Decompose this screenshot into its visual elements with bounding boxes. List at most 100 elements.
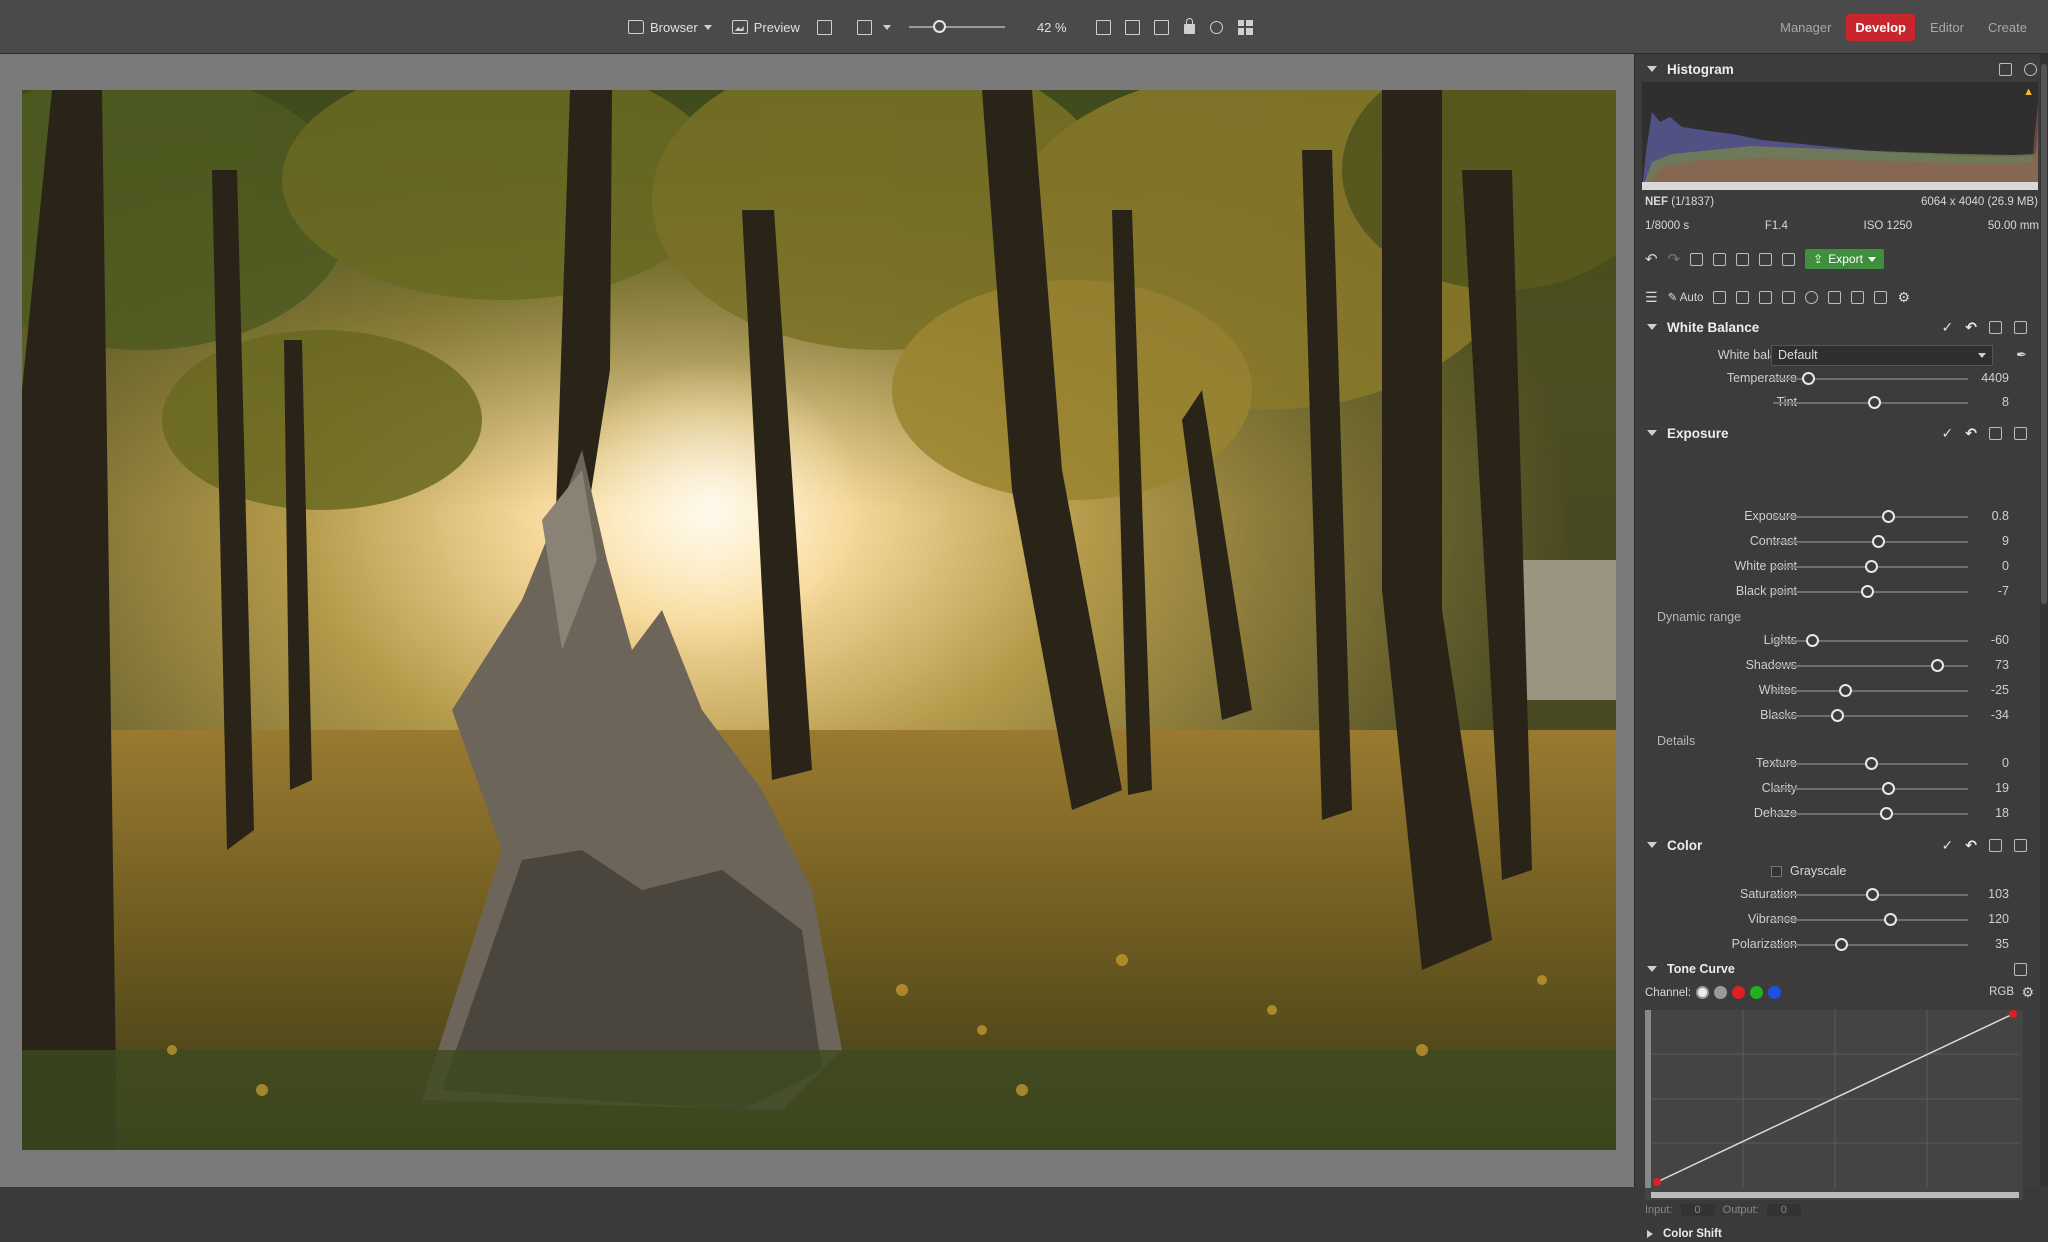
channel-green-swatch[interactable] — [1750, 986, 1764, 999]
camera-icon[interactable] — [1713, 290, 1727, 304]
check-icon[interactable]: ✓ — [1942, 837, 1954, 854]
brush-icon[interactable] — [1828, 290, 1842, 304]
tab-manager[interactable]: Manager — [1771, 14, 1840, 41]
polarization-value[interactable]: 35 — [1995, 937, 2009, 951]
zoom-slider-knob[interactable] — [932, 20, 946, 33]
temperature-value[interactable]: 4409 — [1981, 371, 2009, 385]
check-icon[interactable]: ✓ — [1942, 425, 1954, 442]
panel-scrollbar[interactable] — [2040, 54, 2048, 1187]
healing-icon[interactable] — [1874, 290, 1888, 304]
tint-slider-knob[interactable] — [1868, 396, 1882, 409]
scrollbar-thumb[interactable] — [2041, 64, 2047, 604]
saturation-value[interactable]: 103 — [1988, 887, 2009, 901]
polarization-slider-knob[interactable] — [1835, 938, 1849, 951]
chevron-down-icon[interactable] — [882, 24, 891, 30]
vibrance-slider[interactable] — [1773, 919, 1968, 921]
auto-button[interactable]: ✎ Auto — [1668, 290, 1704, 304]
channel-blue-swatch[interactable] — [1768, 986, 1782, 999]
lock-icon[interactable] — [1183, 18, 1195, 34]
tab-editor[interactable]: Editor — [1921, 14, 1973, 41]
rotate-left-icon[interactable] — [1713, 252, 1727, 266]
lights-value[interactable]: -60 — [1991, 633, 2009, 647]
paste-icon[interactable] — [2014, 426, 2027, 440]
tab-create[interactable]: Create — [1979, 14, 2036, 41]
straighten-icon[interactable] — [1759, 290, 1773, 304]
saturation-slider-knob[interactable] — [1866, 888, 1880, 901]
flash-icon[interactable] — [856, 19, 872, 35]
exposure-value[interactable]: 0.8 — [1992, 509, 2009, 523]
contrast-slider-knob[interactable] — [1872, 535, 1886, 548]
copy-icon[interactable] — [1989, 838, 2002, 852]
dehaze-slider[interactable] — [1773, 813, 1968, 815]
reset-icon[interactable]: ↶ — [1965, 319, 1977, 336]
perspective-icon[interactable] — [1782, 290, 1796, 304]
white-point-value[interactable]: 0 — [2002, 559, 2009, 573]
collapse-icon[interactable] — [1647, 324, 1657, 330]
dehaze-slider-knob[interactable] — [1880, 807, 1894, 820]
contrast-value[interactable]: 9 — [2002, 534, 2009, 548]
color-shift-header[interactable]: Color Shift — [1635, 1226, 2048, 1242]
copy-icon[interactable] — [1989, 320, 2002, 334]
texture-value[interactable]: 0 — [2002, 756, 2009, 770]
whites-slider[interactable] — [1773, 690, 1968, 692]
browser-button[interactable]: Browser — [622, 16, 718, 39]
tab-develop[interactable]: Develop — [1846, 13, 1915, 41]
lights-slider[interactable] — [1773, 640, 1968, 642]
polarization-slider[interactable] — [1773, 944, 1968, 946]
clarity-slider[interactable] — [1773, 788, 1968, 790]
paste-icon[interactable] — [2014, 320, 2027, 334]
input-field[interactable]: 0 — [1680, 1204, 1715, 1216]
temperature-slider-knob[interactable] — [1802, 372, 1816, 385]
contrast-slider[interactable] — [1773, 541, 1968, 543]
exposure-header[interactable]: Exposure ✓ ↶ — [1635, 420, 2048, 446]
photo-preview[interactable] — [22, 90, 1616, 1150]
exposure-slider[interactable] — [1773, 516, 1968, 518]
tint-value[interactable]: 8 — [2002, 395, 2009, 409]
fit-screen-icon[interactable] — [1124, 19, 1140, 35]
before-after-icon[interactable] — [1690, 252, 1704, 266]
vibrance-value[interactable]: 120 — [1988, 912, 2009, 926]
copy-icon[interactable] — [1989, 426, 2002, 440]
paste-icon[interactable] — [2014, 838, 2027, 852]
reset-icon[interactable]: ↶ — [1965, 425, 1977, 442]
blacks-slider-knob[interactable] — [1831, 709, 1845, 722]
dehaze-value[interactable]: 18 — [1995, 806, 2009, 820]
gradient-icon[interactable] — [1851, 290, 1865, 304]
collapse-icon[interactable] — [1647, 966, 1657, 972]
chevron-down-icon[interactable] — [1867, 256, 1876, 262]
channel-red-swatch[interactable] — [1732, 986, 1746, 999]
shadows-slider-knob[interactable] — [1930, 659, 1944, 672]
exposure-slider-knob[interactable] — [1882, 510, 1896, 523]
redo-icon[interactable]: ↷ — [1668, 250, 1681, 268]
gear-icon[interactable]: ⚙ — [2021, 984, 2034, 1001]
tone-curve-header[interactable]: Tone Curve — [1635, 956, 2048, 982]
lights-slider-knob[interactable] — [1806, 634, 1819, 647]
undo-icon[interactable]: ↶ — [1645, 250, 1658, 268]
radial-filter-icon[interactable] — [1805, 290, 1819, 304]
warning-icon[interactable]: ▲ — [2023, 86, 2034, 98]
white-balance-select[interactable]: Default — [1771, 345, 1993, 366]
clarity-slider-knob[interactable] — [1882, 782, 1896, 795]
fit-width-icon[interactable] — [1153, 19, 1169, 35]
whites-slider-knob[interactable] — [1839, 684, 1853, 697]
vibrance-slider-knob[interactable] — [1884, 913, 1897, 926]
zoom-1to1-icon[interactable] — [1095, 19, 1111, 35]
rotate-right-icon[interactable] — [1736, 252, 1750, 266]
grayscale-checkbox[interactable]: Grayscale — [1771, 864, 1846, 878]
grid-view-icon[interactable] — [1237, 19, 1253, 35]
histogram-options-icon[interactable] — [1999, 62, 2012, 76]
highlight-warning-icon[interactable] — [2024, 62, 2037, 76]
tone-curve-graph[interactable] — [1645, 1010, 2023, 1200]
white-point-slider-knob[interactable] — [1864, 560, 1878, 573]
zoom-slider[interactable] — [908, 20, 1005, 33]
channel-rgb-swatch[interactable] — [1696, 986, 1710, 999]
output-field[interactable]: 0 — [1766, 1204, 1801, 1216]
collapse-icon[interactable] — [1647, 430, 1657, 436]
loupe-icon[interactable] — [1209, 20, 1223, 34]
preview-button[interactable]: Preview — [726, 16, 806, 39]
eyedropper-icon[interactable]: ✒ — [2016, 347, 2027, 363]
photo-canvas[interactable] — [0, 54, 1634, 1187]
expand-icon[interactable] — [1647, 1230, 1653, 1238]
copy-settings-icon[interactable] — [1759, 252, 1773, 266]
collapse-icon[interactable] — [1647, 66, 1657, 72]
